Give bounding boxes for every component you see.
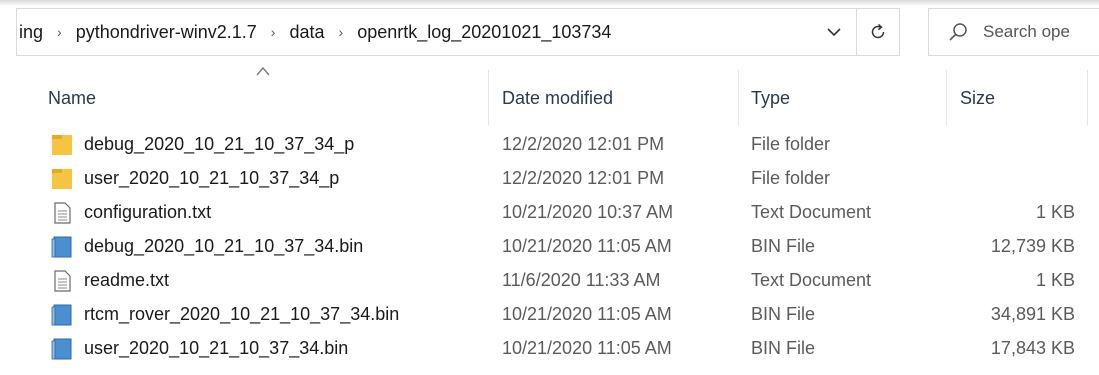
file-row[interactable]: user_2020_10_21_10_37_34.bin 10/21/2020 … bbox=[0, 332, 1099, 366]
file-type: BIN File bbox=[751, 236, 816, 256]
text-file-icon bbox=[54, 202, 71, 224]
file-size: 12,739 KB bbox=[990, 236, 1075, 256]
file-size: 1 KB bbox=[1035, 202, 1075, 222]
file-row[interactable]: user_2020_10_21_10_37_34_p 12/2/2020 12:… bbox=[0, 162, 1099, 196]
refresh-icon bbox=[871, 23, 885, 39]
file-list: debug_2020_10_21_10_37_34_p 12/2/2020 12… bbox=[0, 128, 1099, 366]
chevron-down-icon bbox=[827, 27, 841, 36]
search-placeholder: Search ope bbox=[983, 22, 1070, 41]
file-date: 11/6/2020 11:33 AM bbox=[502, 270, 661, 290]
file-row[interactable]: debug_2020_10_21_10_37_34_p 12/2/2020 12… bbox=[0, 128, 1099, 162]
breadcrumb-item-current[interactable]: openrtk_log_20201021_103734 bbox=[355, 22, 613, 43]
window-top-edge bbox=[0, 0, 1099, 6]
column-divider[interactable] bbox=[1087, 70, 1088, 126]
column-divider[interactable] bbox=[946, 70, 947, 126]
breadcrumb-item[interactable]: data bbox=[287, 22, 326, 43]
file-date: 10/21/2020 11:05 AM bbox=[502, 236, 672, 256]
file-row[interactable]: debug_2020_10_21_10_37_34.bin 10/21/2020… bbox=[0, 230, 1099, 264]
breadcrumb-item[interactable]: pythondriver-winv2.1.7 bbox=[74, 22, 259, 43]
column-header-name[interactable]: Name bbox=[48, 88, 96, 109]
file-size: 17,843 KB bbox=[990, 338, 1075, 358]
file-size: 34,891 KB bbox=[990, 304, 1075, 324]
file-date: 10/21/2020 11:05 AM bbox=[502, 338, 672, 358]
file-name: readme.txt bbox=[84, 270, 170, 290]
breadcrumb-separator-icon[interactable]: › bbox=[327, 24, 356, 40]
column-header-row: Name Date modified Type Size bbox=[0, 64, 1099, 128]
bin-file-icon bbox=[51, 236, 72, 258]
file-name: configuration.txt bbox=[84, 202, 212, 222]
file-row[interactable]: configuration.txt 10/21/2020 10:37 AM Te… bbox=[0, 196, 1099, 230]
breadcrumb-separator-icon[interactable]: › bbox=[259, 24, 288, 40]
file-date: 10/21/2020 11:05 AM bbox=[502, 304, 672, 324]
file-name: debug_2020_10_21_10_37_34_p bbox=[84, 134, 355, 154]
file-name: user_2020_10_21_10_37_34_p bbox=[84, 168, 340, 188]
file-date: 10/21/2020 10:37 AM bbox=[502, 202, 674, 222]
column-header-type[interactable]: Type bbox=[751, 88, 790, 109]
file-date: 12/2/2020 12:01 PM bbox=[502, 168, 665, 188]
file-type: File folder bbox=[751, 134, 831, 154]
file-row[interactable]: rtcm_rover_2020_10_21_10_37_34.bin 10/21… bbox=[0, 298, 1099, 332]
column-divider[interactable] bbox=[488, 70, 489, 126]
file-date: 12/2/2020 12:01 PM bbox=[502, 134, 665, 154]
file-name: rtcm_rover_2020_10_21_10_37_34.bin bbox=[84, 304, 400, 324]
search-icon bbox=[949, 23, 967, 41]
file-size: 1 KB bbox=[1035, 270, 1075, 290]
bin-file-icon bbox=[51, 304, 72, 326]
file-type: Text Document bbox=[751, 202, 872, 222]
address-bar[interactable]: ing › pythondriver-winv2.1.7 › data › op… bbox=[16, 8, 900, 56]
file-row[interactable]: readme.txt 11/6/2020 11:33 AM Text Docum… bbox=[0, 264, 1099, 298]
file-type: BIN File bbox=[751, 338, 816, 358]
file-type: BIN File bbox=[751, 304, 816, 324]
sort-ascending-icon bbox=[256, 66, 270, 76]
search-input[interactable]: Search ope bbox=[928, 8, 1099, 56]
breadcrumb-item[interactable]: ing bbox=[17, 22, 45, 43]
file-type: Text Document bbox=[751, 270, 872, 290]
refresh-button[interactable] bbox=[856, 8, 900, 56]
column-divider[interactable] bbox=[738, 70, 739, 126]
file-name: user_2020_10_21_10_37_34.bin bbox=[84, 338, 349, 358]
address-history-dropdown[interactable] bbox=[812, 8, 856, 56]
column-header-size[interactable]: Size bbox=[960, 88, 995, 109]
column-header-date[interactable]: Date modified bbox=[502, 88, 613, 109]
folder-icon bbox=[52, 135, 72, 155]
folder-icon bbox=[52, 169, 72, 189]
breadcrumb-separator-icon[interactable]: › bbox=[45, 24, 74, 40]
bin-file-icon bbox=[51, 338, 72, 360]
text-file-icon bbox=[54, 270, 71, 292]
file-type: File folder bbox=[751, 168, 831, 188]
file-name: debug_2020_10_21_10_37_34.bin bbox=[84, 236, 364, 256]
